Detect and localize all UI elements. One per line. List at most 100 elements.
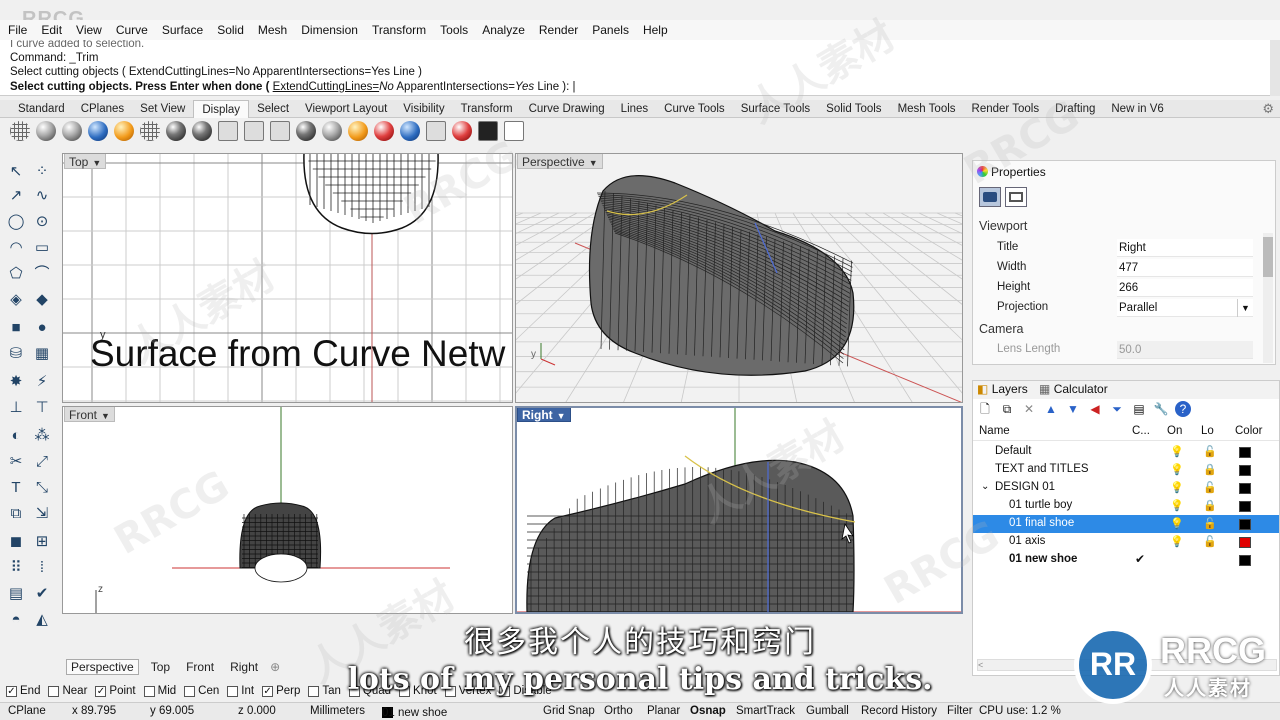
layer-color-swatch[interactable] bbox=[1239, 519, 1251, 530]
delete-layer-icon[interactable]: ✕ bbox=[1021, 401, 1037, 417]
trim-icon[interactable]: ✂ bbox=[6, 452, 26, 472]
tab-mesh-tools[interactable]: Mesh Tools bbox=[890, 100, 964, 118]
shaded-icon[interactable] bbox=[36, 121, 56, 141]
array-icon[interactable]: ⊞ bbox=[32, 532, 52, 552]
cube-icon[interactable] bbox=[504, 121, 524, 141]
light-tool-icon[interactable]: ✸ bbox=[6, 372, 26, 392]
ellipse-icon[interactable]: ⊙ bbox=[32, 212, 52, 232]
tab-curve-drawing[interactable]: Curve Drawing bbox=[521, 100, 613, 118]
viewport-title-perspective[interactable]: Perspective ▼ bbox=[517, 153, 603, 169]
menu-item-transform[interactable]: Transform bbox=[372, 23, 426, 37]
polyline-icon[interactable]: ↗ bbox=[6, 186, 26, 206]
gear-icon[interactable]: ⚙ bbox=[1262, 101, 1274, 117]
prop-value-height[interactable]: 266 bbox=[1117, 279, 1253, 297]
explode-icon[interactable]: ⁂ bbox=[32, 426, 52, 446]
layer-color-swatch[interactable] bbox=[1239, 465, 1251, 476]
tab-display[interactable]: Display bbox=[193, 99, 250, 118]
viewport-right[interactable]: Right ▼ bbox=[515, 406, 963, 614]
text-icon[interactable]: T bbox=[6, 478, 26, 498]
layer-color-swatch[interactable] bbox=[1239, 501, 1251, 512]
viewport-title-front[interactable]: Front ▼ bbox=[64, 406, 115, 422]
layer-tool-icon[interactable]: ▤ bbox=[6, 584, 26, 604]
menu-item-mesh[interactable]: Mesh bbox=[258, 23, 287, 37]
layer-row[interactable]: 01 new shoe ✔ bbox=[973, 551, 1279, 569]
gumball-toggle[interactable]: Gumball bbox=[806, 705, 849, 717]
menu-item-analyze[interactable]: Analyze bbox=[482, 23, 525, 37]
tab-drafting[interactable]: Drafting bbox=[1047, 100, 1103, 118]
menu-item-solid[interactable]: Solid bbox=[217, 23, 244, 37]
option-extend-key[interactable]: ExtendCuttingLines= bbox=[273, 81, 379, 93]
menu-item-render[interactable]: Render bbox=[539, 23, 578, 37]
xray-icon[interactable] bbox=[114, 121, 134, 141]
lightbulb-icon[interactable]: 💡 bbox=[1170, 463, 1184, 476]
tab-visibility[interactable]: Visibility bbox=[395, 100, 452, 118]
artistic-icon[interactable] bbox=[166, 121, 186, 141]
viewport-front[interactable]: Front▼ z x bbox=[62, 406, 513, 614]
group-icon[interactable]: ⧉ bbox=[6, 504, 26, 524]
menu-item-panels[interactable]: Panels bbox=[592, 23, 629, 37]
menu-item-help[interactable]: Help bbox=[643, 23, 668, 37]
leader-icon[interactable]: ⊤ bbox=[32, 398, 52, 418]
tab-transform[interactable]: Transform bbox=[453, 100, 521, 118]
tab-surface-tools[interactable]: Surface Tools bbox=[733, 100, 818, 118]
mesh-icon[interactable]: ▦ bbox=[32, 344, 52, 364]
rectangle-icon[interactable]: ▭ bbox=[32, 238, 52, 258]
layer-tools-icon[interactable]: ▤ bbox=[1131, 401, 1147, 417]
fillet-icon[interactable]: ⌒ bbox=[32, 264, 52, 284]
isocurve-icon[interactable] bbox=[270, 121, 290, 141]
tab-render-tools[interactable]: Render Tools bbox=[964, 100, 1048, 118]
lightbulb-icon[interactable]: 💡 bbox=[1170, 499, 1184, 512]
option-apparent-key[interactable]: ApparentIntersections= bbox=[394, 81, 515, 93]
curve-icon[interactable] bbox=[218, 121, 238, 141]
arc-icon[interactable]: ◠ bbox=[6, 238, 26, 258]
tab-layers[interactable]: ◧ Layers bbox=[977, 382, 1028, 396]
point-icon[interactable]: ⁘ bbox=[32, 162, 52, 182]
lightbulb-icon[interactable]: 💡 bbox=[1170, 517, 1184, 530]
polygon-icon[interactable]: ⬠ bbox=[6, 264, 26, 284]
lock-icon[interactable]: 🔓 bbox=[1203, 445, 1217, 458]
layer-color-swatch[interactable] bbox=[1239, 537, 1251, 548]
status-cplane[interactable]: CPlane bbox=[8, 705, 46, 717]
tab-lines[interactable]: Lines bbox=[613, 100, 657, 118]
move-icon[interactable]: ⤡ bbox=[32, 478, 52, 498]
sphere-icon[interactable]: ● bbox=[32, 318, 52, 338]
planar-toggle[interactable]: Planar bbox=[647, 705, 680, 717]
menu-item-view[interactable]: View bbox=[76, 23, 102, 37]
check-icon[interactable]: ✔ bbox=[32, 584, 52, 604]
smarttrack-toggle[interactable]: SmartTrack bbox=[736, 705, 795, 717]
tab-select[interactable]: Select bbox=[249, 100, 297, 118]
grid-snap-toggle[interactable]: Grid Snap bbox=[543, 705, 595, 717]
viewport-title-top[interactable]: Top ▼ bbox=[64, 153, 107, 169]
viewport-top[interactable]: Top ▼ y Surface from Curve Netw bbox=[62, 153, 513, 403]
wrench-icon[interactable]: 🔧 bbox=[1153, 401, 1169, 417]
technical-icon[interactable] bbox=[140, 121, 160, 141]
ortho-toggle[interactable]: Ortho bbox=[604, 705, 633, 717]
layer-row[interactable]: 01 turtle boy 💡 🔒 bbox=[973, 497, 1279, 515]
delete-analysis-icon[interactable] bbox=[452, 121, 472, 141]
menu-item-file[interactable]: File bbox=[8, 23, 27, 37]
zebra-icon[interactable] bbox=[400, 121, 420, 141]
help-icon[interactable]: ? bbox=[1175, 401, 1191, 417]
tab-curve-tools[interactable]: Curve Tools bbox=[656, 100, 733, 118]
filter-toggle[interactable]: Filter bbox=[947, 705, 973, 717]
camera-icon[interactable] bbox=[979, 187, 1001, 207]
target-icon[interactable] bbox=[374, 121, 394, 141]
boolean-icon[interactable]: ◐ bbox=[6, 426, 26, 446]
viewport-perspective[interactable]: Perspective ▼ y bbox=[515, 153, 963, 403]
menu-item-tools[interactable]: Tools bbox=[440, 23, 468, 37]
command-prompt[interactable]: Select cutting objects. Press Enter when… bbox=[10, 80, 1270, 94]
cylinder-icon[interactable]: ⛁ bbox=[6, 344, 26, 364]
new-layer-icon[interactable]: 🗋 bbox=[977, 401, 993, 417]
layer-color-swatch[interactable] bbox=[1239, 555, 1251, 566]
tab-set-view[interactable]: Set View bbox=[132, 100, 193, 118]
lock-icon[interactable]: 🔒 bbox=[1203, 463, 1217, 476]
split-icon[interactable]: ⤢ bbox=[32, 452, 52, 472]
lock-icon[interactable]: 🔓 bbox=[1203, 481, 1217, 494]
light-icon[interactable] bbox=[348, 121, 368, 141]
layer-color-swatch[interactable] bbox=[1239, 447, 1251, 458]
new-sublayer-icon[interactable]: ⧉ bbox=[999, 401, 1015, 417]
tab-solid-tools[interactable]: Solid Tools bbox=[818, 100, 889, 118]
lock-icon[interactable]: 🔓 bbox=[1203, 535, 1217, 548]
analysis-icon[interactable] bbox=[426, 121, 446, 141]
move-parent-icon[interactable]: ◀ bbox=[1087, 401, 1103, 417]
